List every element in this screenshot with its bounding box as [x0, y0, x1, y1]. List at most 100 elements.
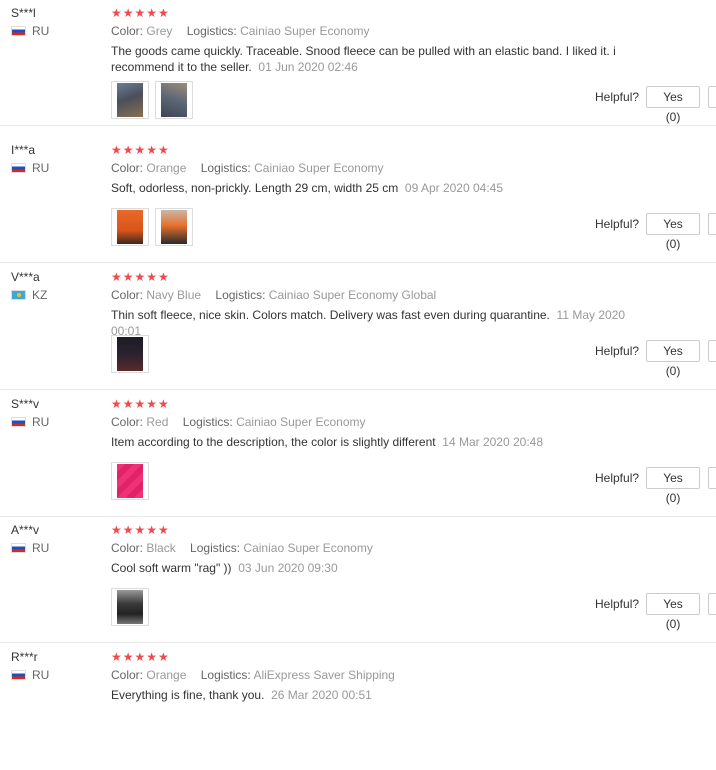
color-value: Orange — [146, 161, 187, 175]
color-label: Color: — [111, 541, 144, 555]
review-photo[interactable] — [111, 81, 149, 119]
logistics-label: Logistics: — [190, 541, 241, 555]
review-photo[interactable] — [155, 208, 193, 246]
reviewer-name: S***v — [11, 397, 40, 411]
star-rating: ★★★★★ — [111, 270, 170, 284]
review-body: Soft, odorless, non-prickly. Length 29 c… — [111, 181, 399, 195]
review-body: Cool soft warm "rag" )) — [111, 561, 232, 575]
color-label: Color: — [111, 415, 144, 429]
logistics-label: Logistics: — [182, 415, 233, 429]
helpful-no-button[interactable] — [708, 467, 716, 489]
reviewer-name: S***l — [11, 6, 36, 20]
review-item: I***a RU ★★★★★ Color: Orange Logistics: … — [0, 137, 716, 263]
review-date: 01 Jun 2020 02:46 — [258, 60, 358, 74]
reviewer-name: A***v — [11, 523, 40, 537]
review-text: Everything is fine, thank you. 26 Mar 20… — [111, 687, 651, 703]
order-info: Color: Orange Logistics: Cainiao Super E… — [111, 161, 384, 175]
photo-strip — [111, 462, 149, 500]
russia-flag-icon — [11, 417, 26, 427]
reviewer-name: R***r — [11, 650, 38, 664]
reviewer-country: RU — [11, 541, 49, 555]
helpful-yes-button[interactable]: Yes (0) — [646, 213, 701, 251]
helpful-label: Helpful? — [595, 344, 640, 358]
review-body: Thin soft fleece, nice skin. Colors matc… — [111, 308, 550, 322]
review-date: 14 Mar 2020 20:48 — [442, 435, 544, 449]
russia-flag-icon — [11, 163, 26, 173]
helpful-yes-button[interactable]: Yes (0) — [646, 593, 701, 631]
review-date: 09 Apr 2020 04:45 — [404, 181, 504, 195]
logistics-value: AliExpress Saver Shipping — [253, 668, 395, 682]
review-text: Thin soft fleece, nice skin. Colors matc… — [111, 307, 651, 339]
star-rating: ★★★★★ — [111, 143, 170, 157]
reviewer-name: I***a — [11, 143, 36, 157]
star-rating: ★★★★★ — [111, 6, 170, 20]
star-rating: ★★★★★ — [111, 523, 170, 537]
order-info: Color: Red Logistics: Cainiao Super Econ… — [111, 415, 366, 429]
review-item: R***r RU ★★★★★ Color: Orange Logistics: … — [0, 644, 716, 770]
helpful-no-button[interactable] — [708, 86, 716, 108]
photo-strip — [111, 208, 193, 246]
helpful-no-button[interactable] — [708, 340, 716, 362]
color-label: Color: — [111, 161, 144, 175]
photo-strip — [111, 588, 149, 626]
review-item: S***l RU ★★★★★ Color: Grey Logistics: Ca… — [0, 0, 716, 126]
logistics-value: Cainiao Super Economy — [236, 415, 366, 429]
review-item: A***v RU ★★★★★ Color: Black Logistics: C… — [0, 517, 716, 643]
helpful-label: Helpful? — [595, 90, 640, 104]
star-rating: ★★★★★ — [111, 650, 170, 664]
review-photo[interactable] — [111, 208, 149, 246]
review-item: V***a KZ ★★★★★ Color: Navy Blue Logistic… — [0, 264, 716, 390]
review-photo[interactable] — [111, 588, 149, 626]
color-value: Orange — [146, 668, 187, 682]
helpful-section: Helpful? Yes (0) — [595, 467, 716, 505]
photo-strip — [111, 81, 193, 119]
reviewer-name: V***a — [11, 270, 40, 284]
review-photo[interactable] — [155, 81, 193, 119]
photo-strip — [111, 335, 149, 373]
review-body: Everything is fine, thank you. — [111, 688, 265, 702]
country-code: RU — [32, 541, 50, 555]
review-text: Item according to the description, the c… — [111, 434, 651, 450]
logistics-label: Logistics: — [186, 24, 237, 38]
color-label: Color: — [111, 668, 144, 682]
country-code: RU — [32, 668, 50, 682]
logistics-value: Cainiao Super Economy — [254, 161, 384, 175]
reviewer-country: RU — [11, 668, 49, 682]
helpful-section: Helpful? Yes (0) — [595, 593, 716, 631]
order-info: Color: Black Logistics: Cainiao Super Ec… — [111, 541, 373, 555]
star-rating: ★★★★★ — [111, 397, 170, 411]
review-text: Cool soft warm "rag" )) 03 Jun 2020 09:3… — [111, 560, 651, 576]
logistics-value: Cainiao Super Economy Global — [268, 288, 437, 302]
order-info: Color: Grey Logistics: Cainiao Super Eco… — [111, 24, 370, 38]
helpful-section: Helpful? Yes (0) — [595, 86, 716, 124]
order-info: Color: Orange Logistics: AliExpress Save… — [111, 668, 395, 682]
logistics-value: Cainiao Super Economy — [240, 24, 370, 38]
russia-flag-icon — [11, 26, 26, 36]
logistics-label: Logistics: — [215, 288, 266, 302]
reviewer-country: KZ — [11, 288, 47, 302]
logistics-label: Logistics: — [200, 161, 251, 175]
helpful-yes-button[interactable]: Yes (0) — [646, 86, 701, 124]
helpful-label: Helpful? — [595, 217, 640, 231]
review-item: S***v RU ★★★★★ Color: Red Logistics: Cai… — [0, 391, 716, 517]
review-photo[interactable] — [111, 462, 149, 500]
helpful-label: Helpful? — [595, 597, 640, 611]
helpful-yes-button[interactable]: Yes (0) — [646, 340, 701, 378]
helpful-section: Helpful? Yes (0) — [595, 213, 716, 251]
reviewer-country: RU — [11, 415, 49, 429]
helpful-no-button[interactable] — [708, 593, 716, 615]
russia-flag-icon — [11, 670, 26, 680]
reviewer-country: RU — [11, 161, 49, 175]
kazakhstan-flag-icon — [11, 290, 26, 300]
country-code: RU — [32, 161, 50, 175]
logistics-value: Cainiao Super Economy — [243, 541, 373, 555]
review-date: 03 Jun 2020 09:30 — [238, 561, 338, 575]
helpful-yes-button[interactable]: Yes (0) — [646, 467, 701, 505]
helpful-no-button[interactable] — [708, 213, 716, 235]
color-label: Color: — [111, 288, 144, 302]
review-body: The goods came quickly. Traceable. Snood… — [111, 44, 616, 74]
color-value: Red — [146, 415, 169, 429]
country-code: RU — [32, 415, 50, 429]
review-photo[interactable] — [111, 335, 149, 373]
country-code: RU — [32, 24, 50, 38]
